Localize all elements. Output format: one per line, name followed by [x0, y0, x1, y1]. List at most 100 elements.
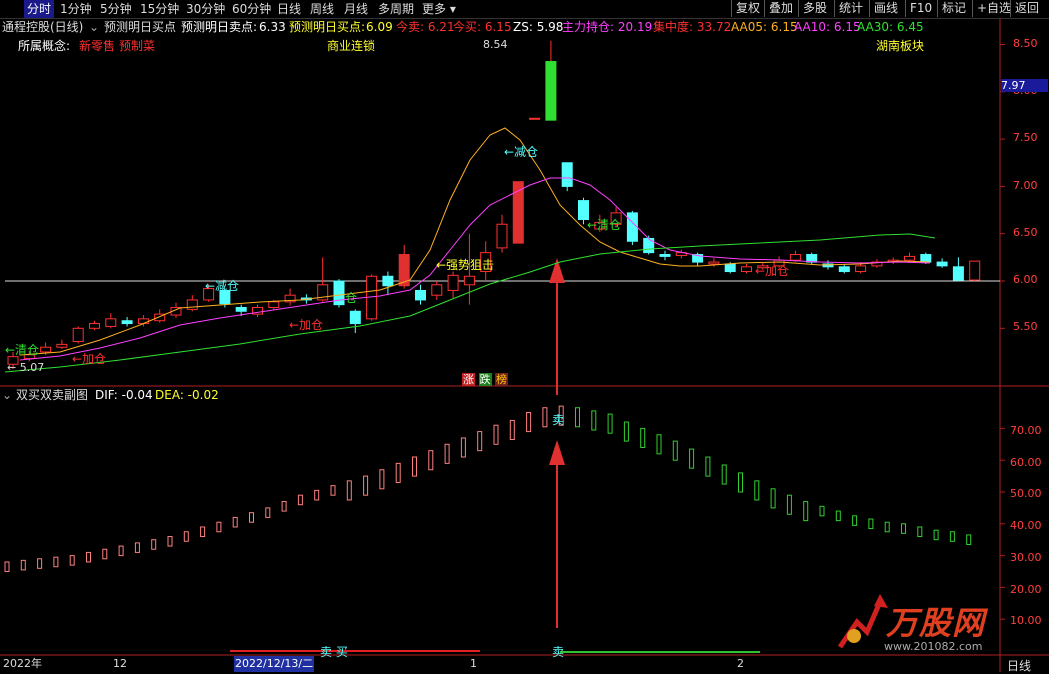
- candle: [806, 252, 818, 264]
- signal-label: ←加仓: [755, 264, 790, 278]
- signal-bar: [216, 521, 222, 533]
- annotation-low: ← 5.07: [7, 361, 45, 374]
- candle: [969, 260, 981, 281]
- signal-bar: [363, 475, 369, 496]
- price-tick: 6.50: [1013, 226, 1038, 239]
- signal-label: ←减仓: [504, 145, 539, 159]
- signal-bar: [167, 536, 173, 547]
- signal-bar: [901, 523, 906, 534]
- candle: [154, 309, 166, 323]
- signal-bar: [134, 542, 140, 553]
- signal-bar: [786, 494, 792, 515]
- chevron-down-icon[interactable]: ⌄: [2, 387, 12, 403]
- sub-tick: 20.00: [1010, 583, 1042, 596]
- signal-bar: [852, 515, 858, 526]
- candle: [186, 295, 198, 312]
- period-label: 日线: [1007, 659, 1032, 673]
- signal-bar: [183, 531, 189, 542]
- signal-label: ←加仓: [289, 318, 324, 332]
- signal-label: ←减仓: [205, 279, 240, 293]
- signal-bar: [949, 531, 955, 542]
- candle: [105, 313, 117, 329]
- candle: [447, 271, 459, 299]
- price-tick: 5.50: [1013, 320, 1038, 333]
- watermark-brand: 万股网: [886, 604, 986, 642]
- candle: [56, 339, 68, 350]
- sub-chart-title[interactable]: 双买双卖副图: [16, 387, 88, 403]
- signal-bar: [526, 412, 532, 433]
- candle: [284, 288, 296, 306]
- signal-bar: [835, 510, 841, 522]
- date-label: 2022年: [3, 657, 42, 670]
- candle: [415, 284, 426, 305]
- candle: [333, 279, 345, 308]
- badge-list[interactable]: 榜: [495, 373, 508, 386]
- sub-tick: 40.00: [1010, 519, 1042, 532]
- signal-bar: [151, 539, 157, 550]
- signal-bar: [917, 526, 923, 538]
- price-tick: 8.50: [1013, 37, 1038, 50]
- candle: [72, 326, 84, 344]
- candle: [952, 257, 964, 281]
- signal-bar: [754, 480, 760, 501]
- candle: [871, 259, 883, 268]
- candle: [170, 302, 182, 318]
- signal-bar: [20, 559, 26, 571]
- signal-bar: [428, 450, 434, 471]
- signal-bar: [265, 507, 271, 518]
- signal-bar: [53, 556, 59, 568]
- candle: [545, 40, 557, 121]
- signal-bar: [656, 434, 662, 455]
- candle: [529, 117, 541, 120]
- sub-tick: 30.00: [1010, 551, 1042, 564]
- signal-bar: [477, 431, 483, 452]
- signal-bar: [4, 561, 10, 573]
- signal-bar: [884, 521, 890, 533]
- rank-badges[interactable]: 涨 跌 榜: [462, 371, 508, 387]
- signal-bar: [933, 529, 939, 541]
- badge-up[interactable]: 涨: [462, 373, 475, 386]
- candle: [121, 316, 133, 327]
- dif-value: DIF: -0.04: [95, 388, 153, 402]
- badge-down[interactable]: 跌: [478, 373, 492, 386]
- signal-bar: [542, 407, 548, 428]
- watermark-url: www.201082.com: [884, 640, 983, 653]
- signal-bar: [281, 501, 287, 512]
- dea-value: DEA: -0.02: [155, 388, 219, 402]
- sell-signal: 卖: [552, 413, 565, 427]
- sub-tick: 50.00: [1010, 487, 1042, 500]
- candle: [887, 257, 899, 264]
- candle: [252, 304, 263, 317]
- candle: [431, 281, 443, 300]
- annotation-high: 8.54: [483, 38, 508, 51]
- signal-bar: [379, 469, 385, 490]
- current-price: 7.97: [1001, 79, 1048, 92]
- signal-bar: [200, 526, 206, 538]
- candle: [382, 271, 394, 296]
- price-tick: 6.00: [1013, 273, 1038, 286]
- candle: [741, 263, 752, 274]
- signal-bar: [493, 424, 499, 445]
- kline-chart[interactable]: [0, 0, 1049, 672]
- signal-bar: [346, 480, 352, 501]
- price-tick: 7.00: [1013, 179, 1038, 192]
- signal-bar: [37, 558, 43, 569]
- signal-bar: [297, 494, 303, 506]
- signal-label: 仓: [345, 291, 358, 305]
- signal-bar: [69, 555, 75, 566]
- sub-tick: 10.00: [1010, 614, 1042, 627]
- signal-bar: [770, 488, 776, 509]
- signal-label: ←清仓: [5, 343, 40, 357]
- signal-bar: [868, 518, 874, 530]
- signal-bar: [575, 407, 580, 428]
- date-label: 2: [737, 657, 744, 670]
- date-axis: 2022年 12 2022/12/13/二 1 2: [0, 656, 1000, 672]
- signal-bar: [591, 410, 597, 431]
- candle: [904, 252, 915, 263]
- bull-logo-icon: [837, 594, 888, 649]
- signal-bar: [102, 548, 108, 560]
- signal-bar: [232, 516, 238, 528]
- signal-bar: [118, 545, 124, 557]
- signal-bar: [412, 456, 417, 477]
- signal-bar: [444, 443, 450, 464]
